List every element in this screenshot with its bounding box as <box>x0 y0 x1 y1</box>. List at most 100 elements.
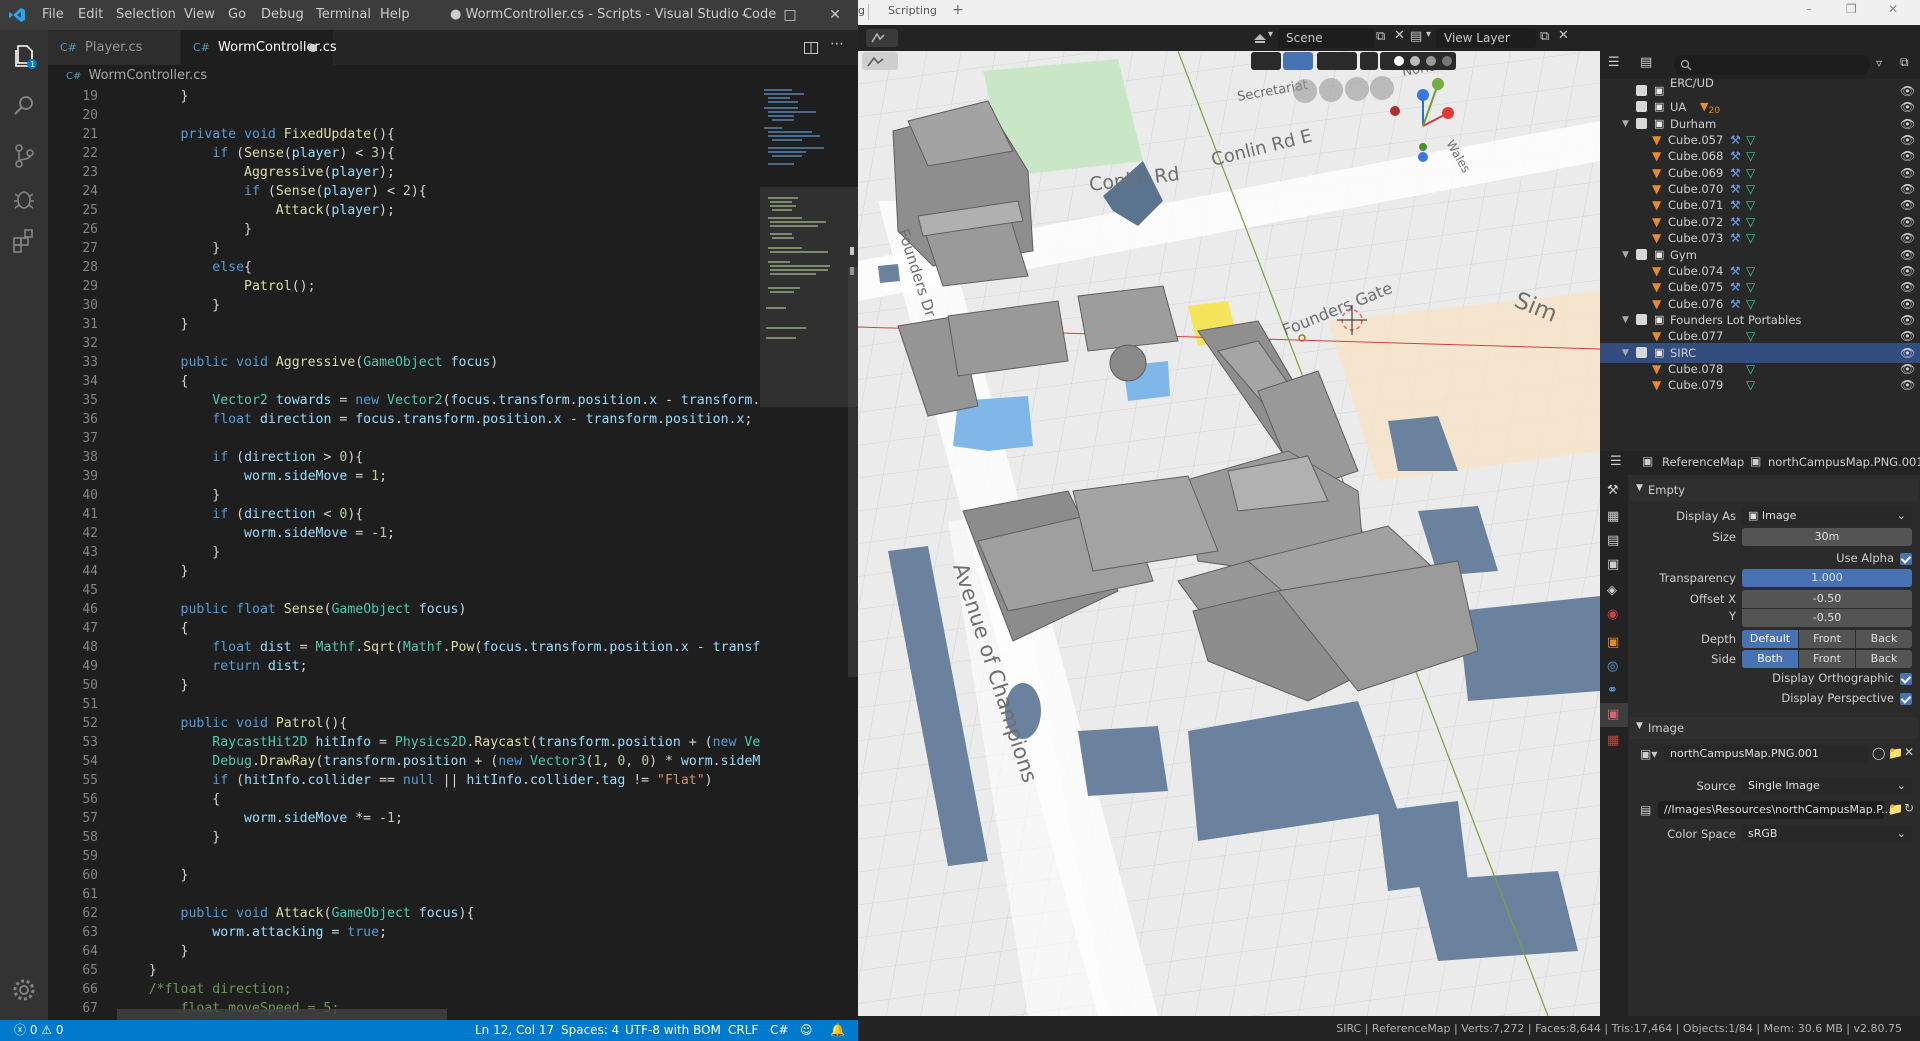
color-space-dropdown[interactable]: sRGB ⌄ <box>1742 825 1912 843</box>
editor-type-icon[interactable]: ☰ <box>1610 454 1622 469</box>
add-workspace-icon[interactable]: + <box>952 2 964 18</box>
code-line[interactable]: if (Sense(player) < 2){ <box>117 182 757 201</box>
minimize-button[interactable]: – <box>1806 2 1812 16</box>
unlink-close-icon[interactable]: ✕ <box>1904 745 1914 759</box>
code-line[interactable]: } <box>117 961 757 980</box>
constraints-tab-icon[interactable]: ⚭ <box>1607 683 1618 698</box>
code-line[interactable]: } <box>117 296 757 315</box>
use-alpha-checkbox[interactable] <box>1900 553 1912 565</box>
code-line[interactable]: } <box>117 562 757 581</box>
outliner[interactable]: ☰ ▤ ▿ ⧉ ▣ ERC/UD 👁 ▣ UA ▼20 👁 ▼ ▣ Durham 👁 ▼ Cube.05… <box>1600 51 1920 451</box>
code-line[interactable] <box>117 581 757 600</box>
code-line[interactable]: if (Sense(player) < 3){ <box>117 144 757 163</box>
close-button[interactable]: ✕ <box>1888 2 1898 16</box>
minimap[interactable] <box>760 87 858 1020</box>
chevron-down-icon[interactable]: ▾ <box>1426 29 1431 40</box>
display-ortho-checkbox[interactable] <box>1900 673 1912 685</box>
code-line[interactable]: public void Patrol(){ <box>117 714 757 733</box>
new-scene-icon[interactable]: ⧉ <box>1376 29 1385 44</box>
code-line[interactable]: RaycastHit2D hitInfo = Physics2D.Raycast… <box>117 733 760 752</box>
close-button[interactable]: ✕ <box>812 0 858 30</box>
workspace-tab-partial[interactable]: g <box>858 4 865 17</box>
code-line[interactable]: Debug.DrawRay(transform.position + (new … <box>117 752 760 771</box>
scene-tab-icon[interactable]: ◈ <box>1607 583 1617 598</box>
editor-type-icon[interactable]: ☰ <box>1608 55 1620 70</box>
exclude-checkbox[interactable] <box>1636 346 1647 358</box>
offset-y-field[interactable]: -0.50 <box>1742 609 1912 627</box>
search-icon[interactable] <box>10 92 38 120</box>
code-line[interactable]: public void Attack(GameObject focus){ <box>117 904 757 923</box>
language-mode[interactable]: C# <box>770 1020 788 1041</box>
menu-help[interactable]: Help <box>380 7 410 22</box>
outliner-row[interactable]: ▼ Cube.079 ▽ 👁 <box>1600 375 1920 395</box>
notifications-bell-icon[interactable]: 🔔 <box>830 1020 845 1041</box>
code-line[interactable]: return dist; <box>117 657 757 676</box>
open-folder-icon[interactable]: 📁 <box>1888 802 1903 816</box>
code-line[interactable]: worm.attacking = true; <box>117 923 757 942</box>
code-line[interactable]: } <box>117 315 757 334</box>
exclude-checkbox[interactable] <box>1636 248 1647 260</box>
new-collection-icon[interactable]: ⧉ <box>1900 55 1909 70</box>
code-line[interactable]: else{ <box>117 258 757 277</box>
render-tab-icon[interactable]: ▦ <box>1607 509 1619 524</box>
more-actions-icon[interactable]: ⋯ <box>830 36 844 52</box>
encoding[interactable]: UTF-8 with BOM <box>625 1020 721 1041</box>
end-of-line[interactable]: CRLF <box>728 1020 758 1041</box>
menu-file[interactable]: File <box>42 7 64 22</box>
side-both-button[interactable]: Both <box>1742 650 1798 668</box>
split-editor-icon[interactable] <box>803 40 819 56</box>
display-as-dropdown[interactable]: ▣ Image ⌄ <box>1742 507 1912 525</box>
image-name-field[interactable]: northCampusMap.PNG.001 <box>1664 745 1868 763</box>
code-line[interactable]: } <box>117 866 757 885</box>
problems-indicator[interactable]: ⓧ 0 ⚠ 0 <box>14 1020 64 1041</box>
source-control-icon[interactable] <box>10 142 38 170</box>
settings-gear-icon[interactable] <box>10 976 38 1004</box>
code-line[interactable]: } <box>117 942 757 961</box>
code-line[interactable] <box>117 334 757 353</box>
code-line[interactable] <box>117 429 757 448</box>
visibility-eye-icon[interactable]: 👁 <box>1900 375 1915 395</box>
tab-wormcontroller-cs[interactable]: C# WormController.cs <box>181 30 337 65</box>
code-area[interactable]: } private void FixedUpdate(){ if (Sense(… <box>117 87 760 1018</box>
source-dropdown[interactable]: Single Image ⌄ <box>1742 777 1912 795</box>
code-line[interactable] <box>117 847 757 866</box>
horizontal-scrollbar[interactable] <box>117 1009 447 1020</box>
filepath-field[interactable]: //Images\Resources\northCampusMap.P... <box>1658 801 1892 819</box>
code-line[interactable]: worm.sideMove = 1; <box>117 467 757 486</box>
code-line[interactable]: Vector2 towards = new Vector2(focus.tran… <box>117 391 760 410</box>
display-persp-checkbox[interactable] <box>1900 693 1912 705</box>
outliner-search-input[interactable] <box>1674 55 1870 75</box>
cursor-position[interactable]: Ln 12, Col 17 <box>475 1020 554 1041</box>
code-line[interactable]: } <box>117 239 757 258</box>
debug-icon[interactable] <box>10 185 38 213</box>
code-line[interactable]: } <box>117 543 757 562</box>
filter-icon[interactable]: ▿ <box>1876 56 1882 70</box>
code-editor[interactable]: 19 20 21 22 23 24 25 26 27 28 29 30 31 32 33 34 35 36 37 38… <box>48 87 760 1020</box>
menu-view[interactable]: View <box>184 7 215 22</box>
exclude-checkbox[interactable] <box>1636 313 1647 325</box>
scrollbar-thumb[interactable] <box>848 267 858 677</box>
depth-front-button[interactable]: Front <box>1799 630 1855 648</box>
code-line[interactable] <box>117 695 757 714</box>
code-line[interactable]: { <box>117 790 757 809</box>
code-line[interactable]: Attack(player); <box>117 201 757 220</box>
code-line[interactable]: } <box>117 676 757 695</box>
display-mode-icon[interactable]: ▤ <box>1640 55 1652 70</box>
code-line[interactable]: { <box>117 372 757 391</box>
code-line[interactable]: float dist = Mathf.Sqrt(Mathf.Pow(focus.… <box>117 638 760 657</box>
menu-go[interactable]: Go <box>228 7 246 22</box>
offset-x-field[interactable]: -0.50 <box>1742 590 1912 608</box>
side-back-button[interactable]: Back <box>1856 650 1912 668</box>
code-line[interactable]: if (hitInfo.collider == null || hitInfo.… <box>117 771 757 790</box>
code-line[interactable]: } <box>117 87 757 106</box>
tab-player-cs[interactable]: C# Player.cs <box>48 30 181 65</box>
menu-terminal[interactable]: Terminal <box>316 7 371 22</box>
minimize-button[interactable]: – <box>722 0 768 30</box>
panel-empty-header[interactable]: ▼ Empty <box>1630 479 1918 501</box>
data-tab-active[interactable]: ▣ <box>1600 703 1628 727</box>
menu-edit[interactable]: Edit <box>78 7 103 22</box>
fake-user-shield-icon[interactable]: ◯ <box>1872 746 1885 760</box>
extensions-icon[interactable] <box>10 226 38 254</box>
output-tab-icon[interactable]: ▤ <box>1607 533 1619 548</box>
code-line[interactable]: worm.sideMove = -1; <box>117 524 757 543</box>
